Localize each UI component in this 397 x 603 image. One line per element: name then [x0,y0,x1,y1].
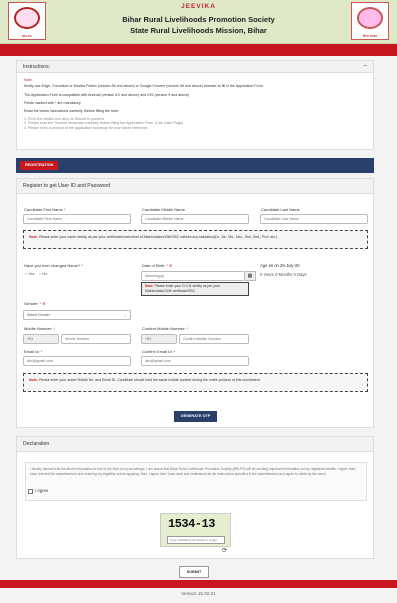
collapse-icon[interactable]: – [364,63,367,69]
footer-bar [0,580,397,588]
name-note: Note: Please enter your name strictly as… [23,230,368,249]
refresh-icon[interactable]: ⟳ [222,547,227,554]
confirm-email-label: Confirm Email Id: * [142,349,176,354]
mobile-code: +91 [23,334,59,344]
dob-input[interactable] [141,271,245,281]
mobile-input[interactable] [61,334,131,344]
last-name-input[interactable] [260,214,368,224]
gender-label: Gender: * ⊕ [24,301,46,306]
captcha-input[interactable] [167,536,225,544]
dob-label: Date of Birth: * ⊕ [142,263,173,268]
mission-name: State Rural Livelihoods Mission, Bihar [130,26,267,35]
chevron-down-icon: ⌄ [123,313,127,317]
first-name-label: Candidate First Name * [24,207,66,212]
instructions-body: Note: Kindly use Edge, Chromium or Mozil… [24,78,264,130]
calendar-icon[interactable]: ▦ [245,271,256,281]
agree-checkbox[interactable] [28,489,33,494]
declaration-text: I hereby declare that the above informat… [25,462,367,501]
generate-otp-button[interactable]: GENERATE OTP [174,411,217,422]
submit-button[interactable]: SUBMIT [179,566,209,578]
version-text: Version 15.02.01 [181,591,216,596]
gender-select[interactable]: Select Gender ⌄ [23,310,131,320]
age-title: Age as on 25-July-25 [260,263,300,268]
bihar-govt-logo: बिहार सरकार [351,2,389,40]
brand-title: JEEVIKA [181,3,216,10]
confirm-mobile-input[interactable] [179,334,249,344]
org-name: Bihar Rural Livelihoods Promotion Societ… [122,15,275,24]
confirm-mobile-code: +91 [141,334,177,344]
middle-name-input[interactable] [141,214,249,224]
instructions-header[interactable]: Instructions: – [17,61,373,73]
captcha-image: 1534-13 [168,517,215,531]
email-input[interactable] [23,356,131,366]
header-divider [0,44,397,56]
middle-name-label: Candidate Middle Name [142,207,185,212]
confirm-mobile-label: Confirm Mobile Number: * [142,326,189,331]
first-name-input[interactable] [23,214,131,224]
age-value: 0 Years 0 Months 0 Days [260,272,307,277]
last-name-label: Candidate Last Name [261,207,300,212]
email-label: Email Id: * [24,349,43,354]
confirm-email-input[interactable] [141,356,249,366]
declaration-panel: Declaration I hereby declare that the ab… [16,436,374,559]
mobile-note: Note: Please enter your active Mobile No… [23,373,368,392]
register-panel: Register to get User ID and Password Can… [16,178,374,428]
changed-name-label: Have you ever changed Name? * [24,263,83,268]
declaration-title: Declaration [17,437,373,452]
agree-label[interactable]: I Agree [35,488,48,493]
dob-note: Note: Please enter your D.O.B strictly a… [141,282,249,296]
site-header: BRLPS JEEVIKA Bihar Rural Livelihoods Pr… [0,0,397,44]
register-title: Register to get User ID and Password [17,179,373,194]
changed-name-no[interactable]: ○ No [39,272,47,276]
changed-name-yes[interactable]: ○ Yes [25,272,34,276]
mobile-label: Mobile Number: * [24,326,55,331]
tab-registration[interactable]: REGISTRATION [20,161,59,170]
captcha-box: 1534-13 [160,513,231,547]
instructions-panel: Instructions: – Note: Kindly use Edge, C… [16,60,374,150]
registration-bar: REGISTRATION [16,158,374,173]
